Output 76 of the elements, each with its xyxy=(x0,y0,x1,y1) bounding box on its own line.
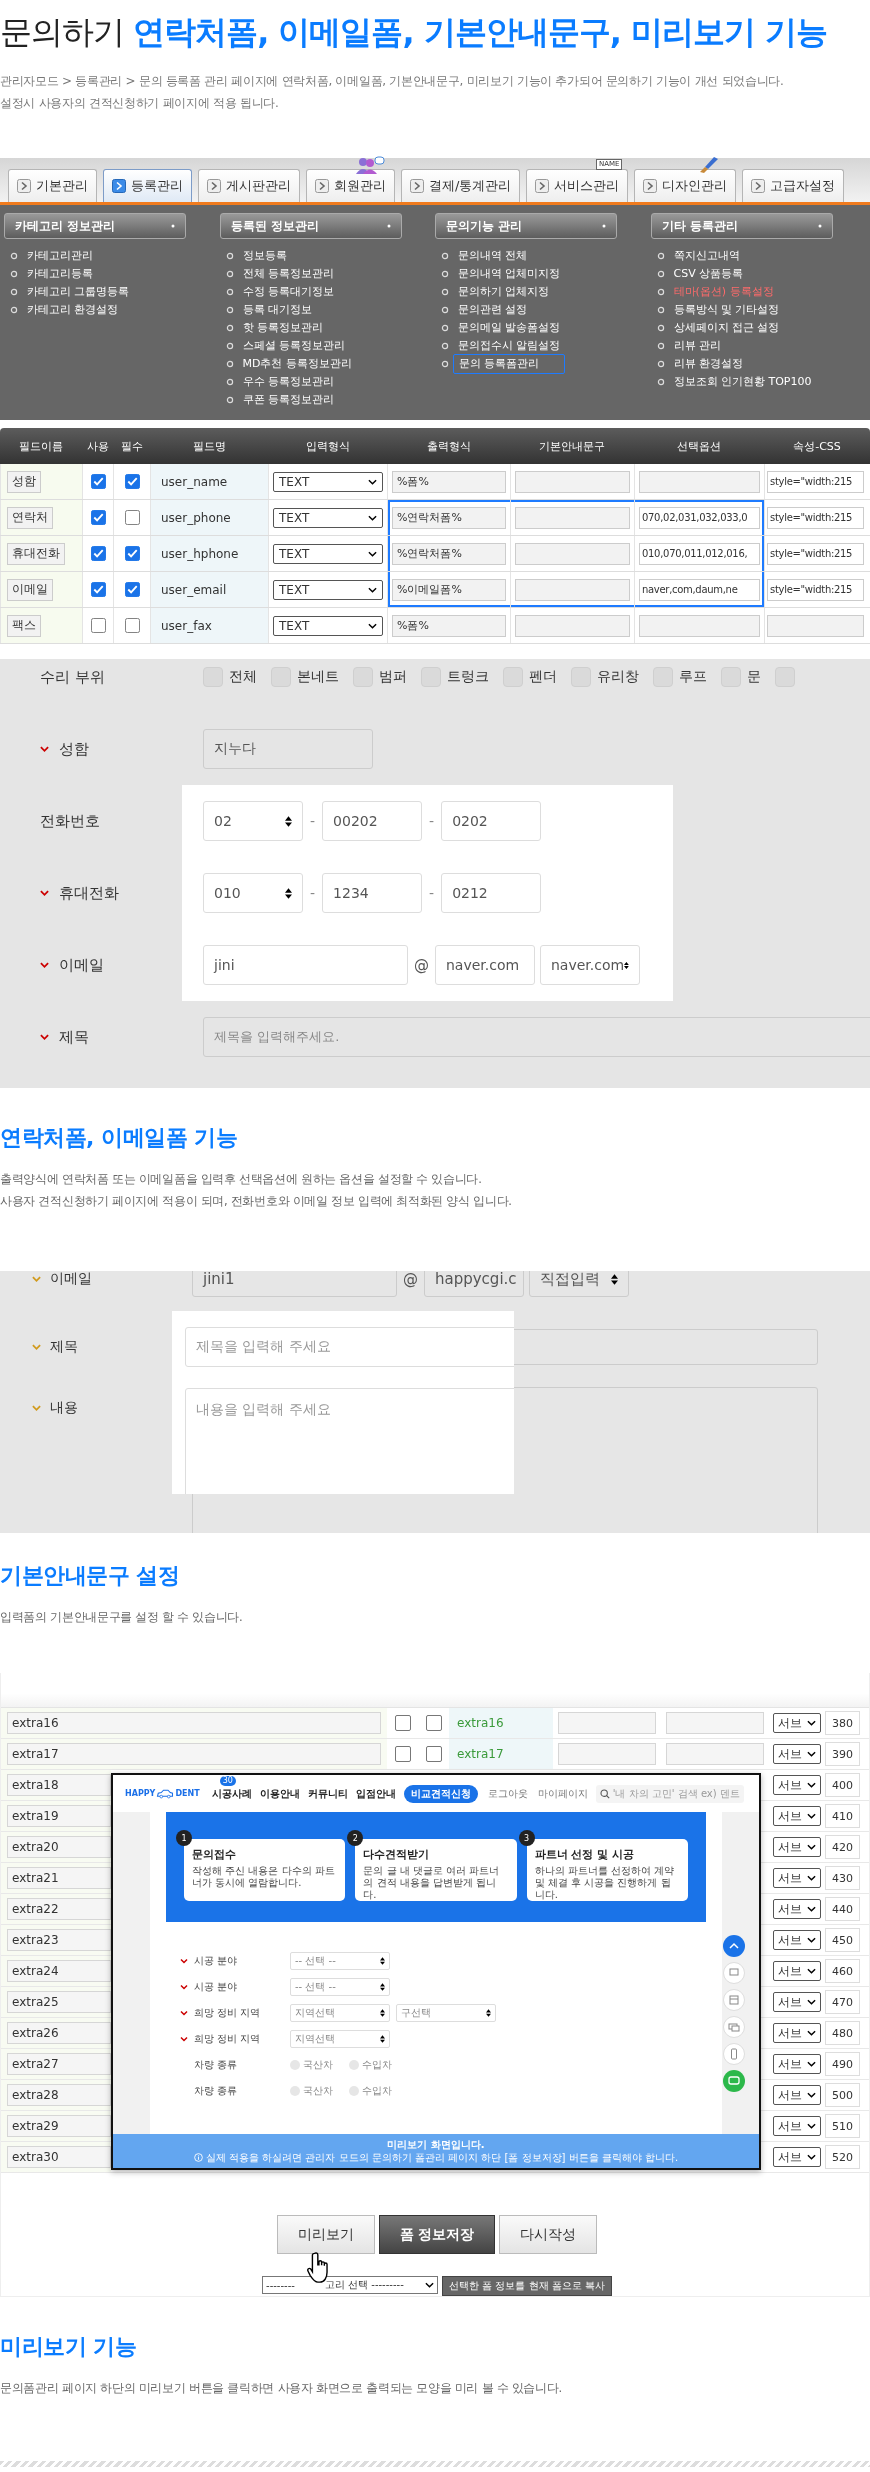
field-label: 내용 xyxy=(50,1399,78,1417)
field-label: 제목 xyxy=(59,1027,89,1047)
description-text: 관리자모드 > 등록관리 > 문의 등록폼 관리 페이지에 연락처폼, 이메일폼, 기본안내문구, 미리보기 기능이 추가되어 문의하기 기능이 개선 되었습니다. xyxy=(0,73,785,90)
column-header: 입력형식 xyxy=(304,438,351,455)
menu-group-title: 문의기능 관리 xyxy=(446,217,523,235)
menu-group-title: 등록된 정보관리 xyxy=(230,217,319,235)
checkbox-label: 펜더 xyxy=(529,668,557,686)
checkbox-label: 유리창 xyxy=(597,668,639,686)
column-header: 출력형식 xyxy=(425,438,472,455)
checkbox-label: 전체 xyxy=(229,668,257,686)
menu-group-title: 기타 등록관리 xyxy=(661,217,738,235)
section-title: 미리보기 기능 xyxy=(0,2333,138,2361)
field-label: 희망 정비 지역 xyxy=(194,2006,262,2020)
description-text: 설정시 사용자의 견적신청하기 페이지에 적용 됩니다. xyxy=(0,95,280,112)
step-title: 문의접수 xyxy=(192,1847,237,1862)
radio-label: 수입차 xyxy=(362,2058,392,2072)
field-label: 수리 부위 xyxy=(40,667,105,687)
column-header: 선택옵션 xyxy=(676,438,722,455)
section-description: 문의폼관리 페이지 하단의 미리보기 버튼을 클릭하면 사용자 화면으로 출력되는 모양을 미리 볼 수 있습니다. xyxy=(0,2380,563,2397)
field-label: 이메일 xyxy=(59,955,104,975)
step-text: 작성해 주신 내용은 다수의 파트너가 동시에 열람합니다. xyxy=(192,1865,336,1889)
field-label: 희망 정비 지역 xyxy=(194,2032,262,2046)
column-header: 필수 xyxy=(119,438,144,455)
field-label: 성함 xyxy=(59,739,89,759)
field-label: 시공 분야 xyxy=(194,1954,239,1968)
step-number: 2 xyxy=(347,1830,364,1846)
field-label: 제목 xyxy=(50,1338,78,1356)
field-label: 시공 분야 xyxy=(194,1980,239,1994)
field-name: extra16 xyxy=(457,1716,504,1730)
checkbox-label: 본네트 xyxy=(297,668,339,686)
radio-label: 수입차 xyxy=(362,2084,392,2098)
column-header: 필드명 xyxy=(191,438,227,455)
field-label: 전화번호 xyxy=(40,811,100,831)
field-name: user_name xyxy=(161,474,228,489)
section-title: 기본안내문구 설정 xyxy=(0,1562,181,1590)
field-label: 차량 종류 xyxy=(194,2084,239,2098)
field-name: user_phone xyxy=(161,510,231,525)
logo: HAPPY DENT xyxy=(125,1788,200,1799)
section-title: 연락처폼, 이메일폼 기능 xyxy=(0,1124,239,1152)
column-header: 기본안내문구 xyxy=(538,438,606,455)
notice-title: 미리보기 화면입니다. xyxy=(387,2138,485,2151)
field-label: 이메일 xyxy=(50,1271,92,1288)
section-description: 출력양식에 연락처폼 또는 이메일폼을 입력후 선택옵션에 원하는 옵션을 설정할 수 있습니다. xyxy=(0,1171,483,1188)
at-sign: @ xyxy=(403,1271,418,1288)
section-description: 사용자 견적신청하기 페이지에 적용이 되며, 전화번호와 이메일 정보 입력에 최적화된 양식 입니다. xyxy=(0,1193,513,1210)
checkbox-label: 문 xyxy=(747,668,761,686)
column-header: 필드이름 xyxy=(18,438,64,455)
radio-label: 국산차 xyxy=(303,2084,333,2098)
column-header: 사용 xyxy=(85,438,110,455)
radio-label: 국산차 xyxy=(303,2058,333,2072)
section-description: 입력폼의 기본안내문구를 설정 할 수 있습니다. xyxy=(0,1609,244,1626)
step-text: 하나의 파트너를 선정하여 계약 및 체결 후 시공을 진행하게 됩니다. xyxy=(534,1865,676,1901)
checkbox-label: 루프 xyxy=(679,668,707,686)
separator: - xyxy=(429,813,435,829)
step-title: 파트너 선정 및 시공 xyxy=(534,1847,636,1862)
checkbox-label: 범퍼 xyxy=(379,668,407,686)
step-text: 문의 글 내 댓글로 여러 파트너의 견적 내용을 답변받게 됩니다. xyxy=(363,1865,501,1901)
field-name: user_fax xyxy=(161,618,212,633)
step-title: 다수견적받기 xyxy=(363,1847,431,1862)
notice-text: 실제 적용을 하실려면 관리자 모드의 문의하기 폼관리 페이지 하단 [폼 정보저장] 버튼을 클릭해야 합니다. xyxy=(205,2151,679,2164)
page-title: 문의하기 연락처폼, 이메일폼, 기본안내문구, 미리보기 기능 xyxy=(0,12,829,53)
field-label: 차량 종류 xyxy=(194,2058,239,2072)
separator: - xyxy=(429,885,435,901)
column-header: 속성-CSS xyxy=(792,438,842,455)
field-name: user_email xyxy=(161,582,227,597)
checkbox-label: 트렁크 xyxy=(447,668,489,686)
menu-group-title: 카테고리 정보관리 xyxy=(15,217,116,235)
field-name: user_hphone xyxy=(161,546,239,561)
step-number: 3 xyxy=(518,1830,535,1846)
count-badge: 30 xyxy=(219,1775,236,1786)
step-number: 1 xyxy=(176,1830,192,1846)
separator: - xyxy=(310,813,316,829)
field-name: extra17 xyxy=(457,1747,504,1761)
at-sign: @ xyxy=(414,956,429,974)
separator: - xyxy=(310,885,316,901)
field-label: 휴대전화 xyxy=(59,883,119,903)
